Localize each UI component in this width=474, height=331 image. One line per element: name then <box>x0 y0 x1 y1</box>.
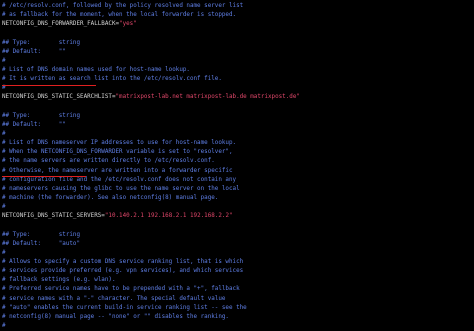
comment-text: # service names with a "-" character. Th… <box>2 295 226 302</box>
comment-line: # When the NETCONFIG_DNS_FORWARDER varia… <box>2 148 474 157</box>
config-key: NETCONFIG_DNS_FORWARDER_FALLBACK= <box>2 21 120 28</box>
servers-underline <box>2 176 86 177</box>
comment-text: # netconfig(8) manual page -- "none" or … <box>2 313 229 320</box>
comment-text: # the name servers are written directly … <box>2 158 215 165</box>
comment-text: # services provide preferred (e.g. vpn s… <box>2 268 244 275</box>
config-assignment-line: NETCONFIG_DNS_STATIC_SERVERS="10.140.2.1… <box>2 212 474 221</box>
comment-line: # It is written as search list into the … <box>2 75 474 84</box>
comment-text: # List of DNS nameserver IP addresses to… <box>2 140 237 147</box>
comment-text: # configuration file and the /etc/resolv… <box>2 176 237 183</box>
comment-text: # <box>2 85 6 92</box>
comment-line: # List of DNS nameserver IP addresses to… <box>2 139 474 148</box>
comment-text: # List of DNS domain names used for host… <box>2 66 190 73</box>
comment-line: # /etc/resolv.conf, followed by the poli… <box>2 2 474 11</box>
comment-text: # nameservers causing the glibc to use t… <box>2 185 240 192</box>
comment-text: # "auto" enables the current build-in se… <box>2 304 247 311</box>
comment-line: # Otherwise, the nameserver are written … <box>2 167 474 176</box>
comment-text: # <box>2 322 6 329</box>
comment-line: ## Default: "auto" <box>2 240 474 249</box>
comment-text: # machine (the forwarder). See also netc… <box>2 194 219 201</box>
file-content[interactable]: # /etc/resolv.conf, followed by the poli… <box>2 2 474 331</box>
comment-text: # Allows to specify a custom DNS service… <box>2 258 244 265</box>
comment-text: # /etc/resolv.conf, followed by the poli… <box>2 3 244 9</box>
comment-line: ## Type: string <box>2 112 474 121</box>
comment-line: # service names with a "-" character. Th… <box>2 295 474 304</box>
comment-text: # <box>2 204 6 211</box>
comment-line: # as fallback for the moment, when the l… <box>2 11 474 20</box>
comment-line: # machine (the forwarder). See also netc… <box>2 194 474 203</box>
comment-line: ## Default: "" <box>2 48 474 57</box>
comment-line: # List of DNS domain names used for host… <box>2 66 474 75</box>
comment-text: # <box>2 249 6 256</box>
config-value: "yes" <box>119 21 137 28</box>
comment-line: # services provide preferred (e.g. vpn s… <box>2 267 474 276</box>
comment-line: # <box>2 203 474 212</box>
comment-line: # <box>2 57 474 66</box>
comment-text: # fallback settings (e.g. wlan). <box>2 277 116 284</box>
comment-line: # the name servers are written directly … <box>2 157 474 166</box>
config-assignment-line: NETCONFIG_DNS_FORWARDER_FALLBACK="yes" <box>2 20 474 29</box>
comment-text: ## Type: string <box>2 112 81 119</box>
config-key: NETCONFIG_DNS_STATIC_SEARCHLIST= <box>2 94 116 101</box>
config-value: "matrixpost-lab.net matrixpost-lab.de ma… <box>115 94 300 101</box>
comment-text: ## Default: "auto" <box>2 240 81 247</box>
comment-text: ## Default: "" <box>2 121 66 128</box>
comment-line: # nameservers causing the glibc to use t… <box>2 185 474 194</box>
searchlist-underline <box>2 85 96 86</box>
comment-line: # Preferred service names have to be pre… <box>2 285 474 294</box>
comment-line: # fallback settings (e.g. wlan). <box>2 276 474 285</box>
comment-text: # Otherwise, the nameserver are written … <box>2 167 233 174</box>
comment-line: # "auto" enables the current build-in se… <box>2 304 474 313</box>
comment-line: # netconfig(8) manual page -- "none" or … <box>2 313 474 322</box>
comment-text: # When the NETCONFIG_DNS_FORWARDER varia… <box>2 149 233 156</box>
comment-text: # as fallback for the moment, when the l… <box>2 12 237 19</box>
comment-text: # Preferred service names have to be pre… <box>2 286 240 293</box>
comment-text: # It is written as search list into the … <box>2 76 222 83</box>
comment-line: ## Type: string <box>2 231 474 240</box>
comment-text: ## Type: string <box>2 231 81 238</box>
comment-text: ## Type: string <box>2 39 81 46</box>
config-value: "10.140.2.1 192.168.2.1 192.168.2.2" <box>104 213 233 220</box>
comment-text: # <box>2 130 6 137</box>
comment-line: # configuration file and the /etc/resolv… <box>2 176 474 185</box>
comment-line: # Allows to specify a custom DNS service… <box>2 258 474 267</box>
comment-text: ## Default: "" <box>2 48 66 55</box>
config-assignment-line: NETCONFIG_DNS_STATIC_SEARCHLIST="matrixp… <box>2 93 474 102</box>
comment-line: # <box>2 130 474 139</box>
comment-line: # <box>2 322 474 331</box>
comment-text: # <box>2 57 6 64</box>
comment-line: ## Default: "" <box>2 121 474 130</box>
comment-line: ## Type: string <box>2 39 474 48</box>
terminal-window[interactable]: # /etc/resolv.conf, followed by the poli… <box>0 0 474 329</box>
config-key: NETCONFIG_DNS_STATIC_SERVERS= <box>2 213 105 220</box>
